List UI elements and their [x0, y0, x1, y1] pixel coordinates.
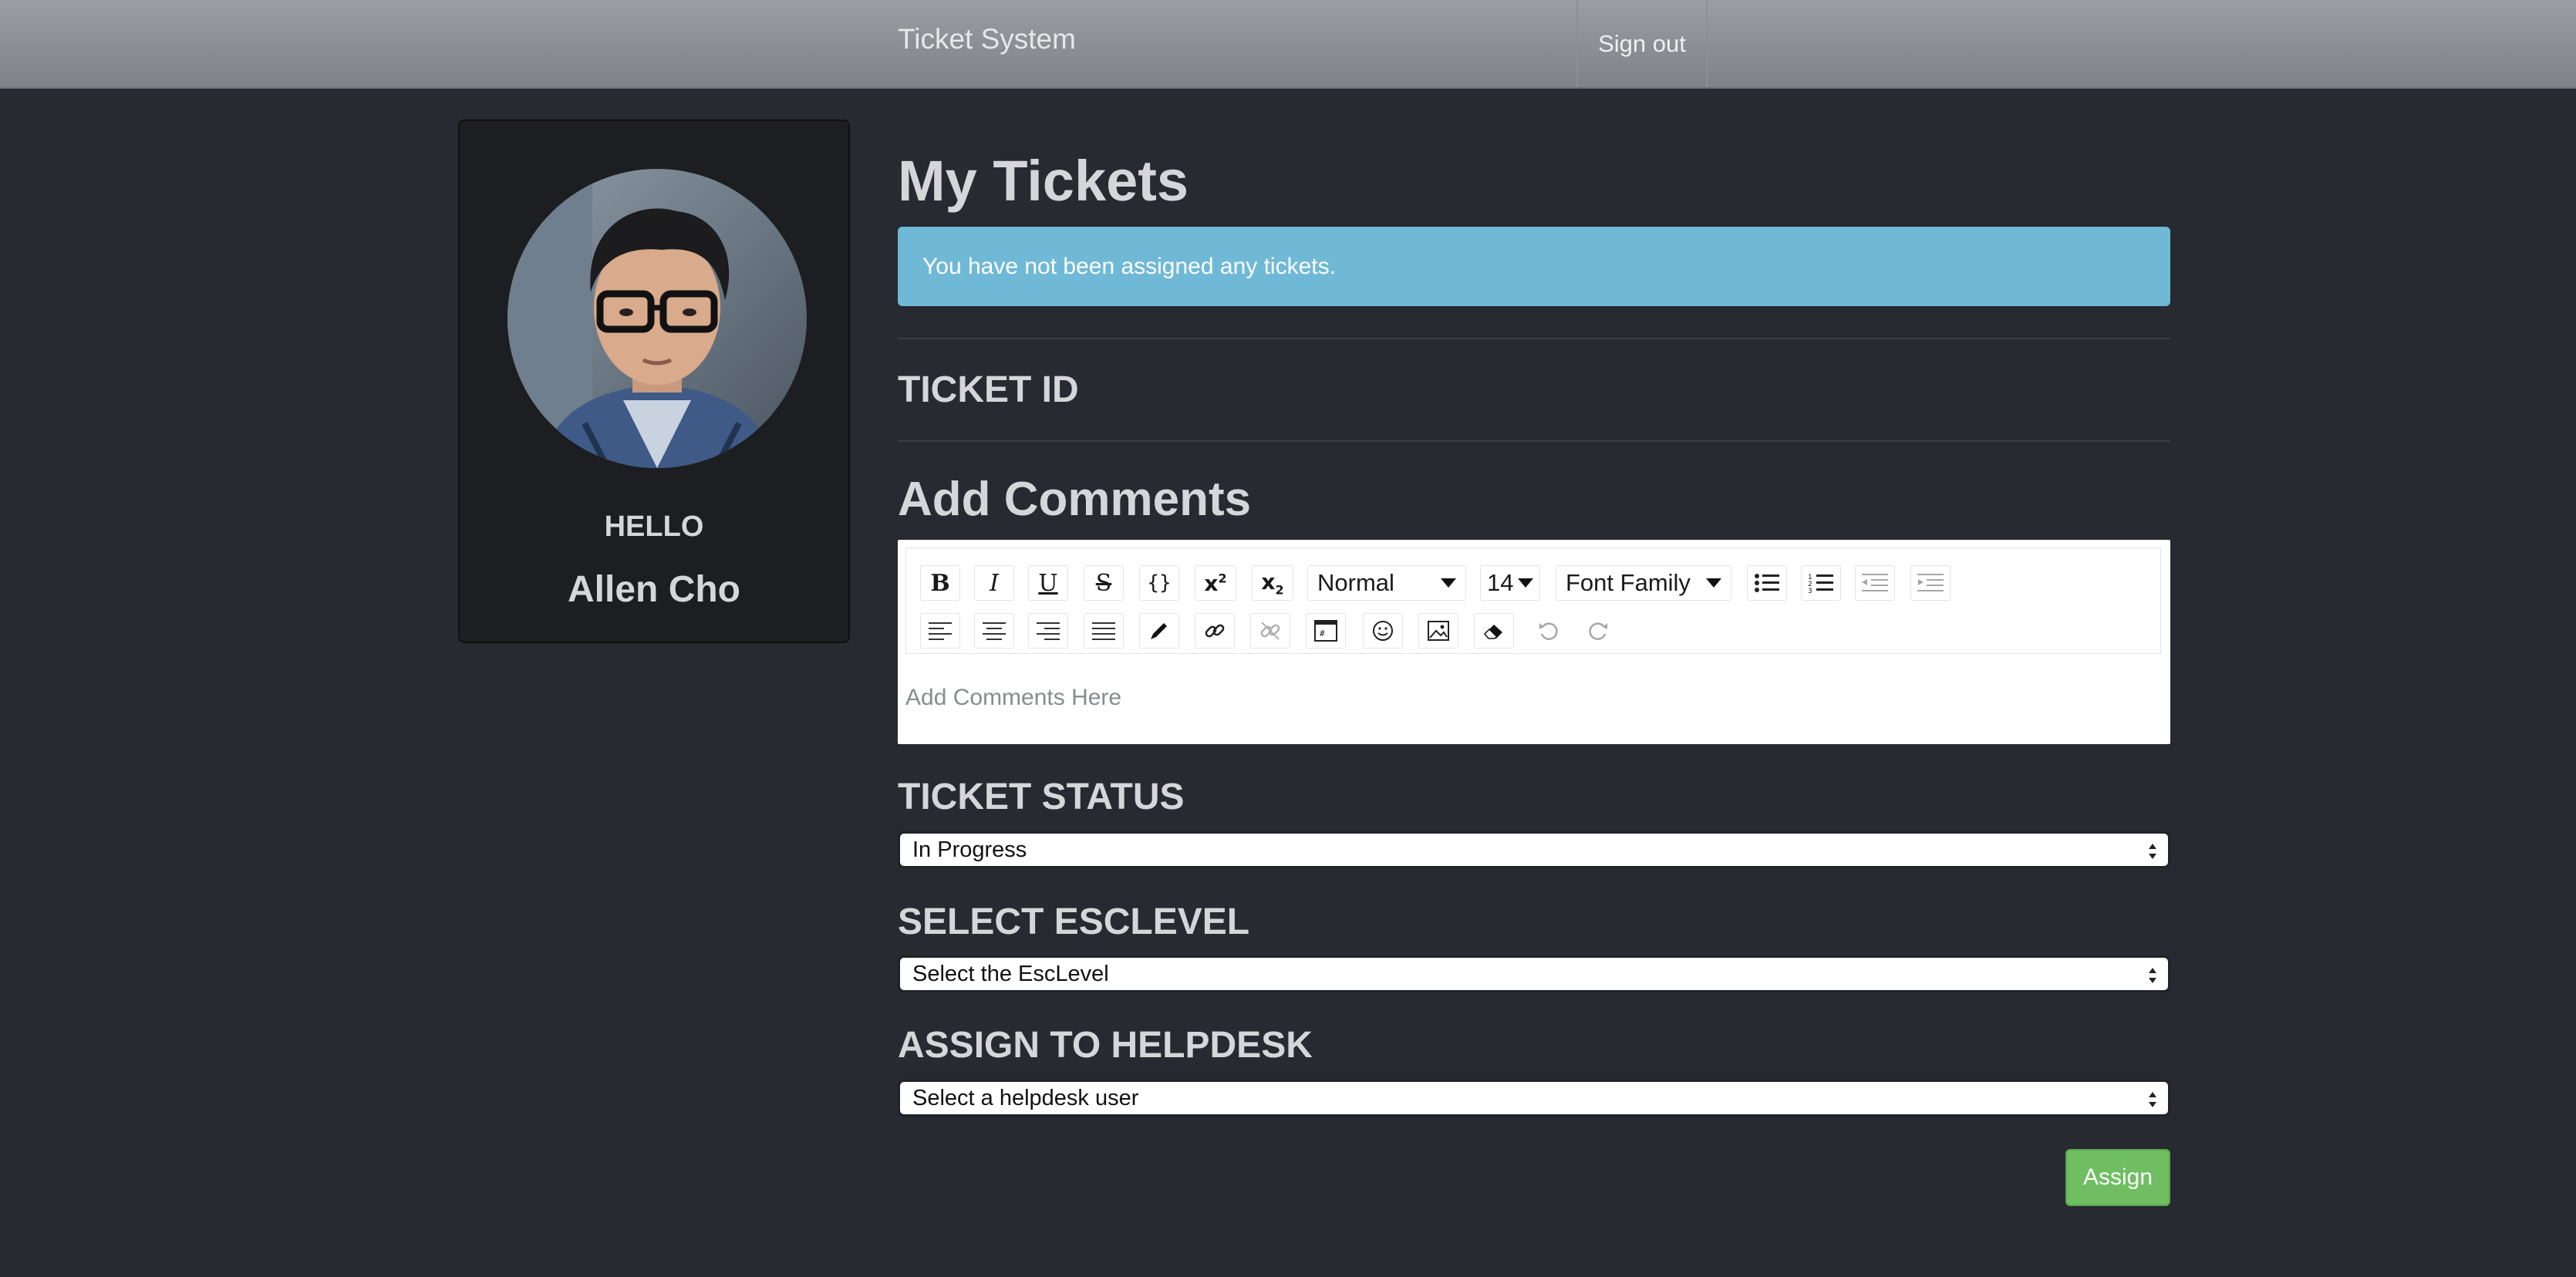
- ticket-status-select[interactable]: In Progress: [898, 831, 2170, 868]
- outdent-icon[interactable]: [1855, 565, 1895, 601]
- avatar: [507, 169, 807, 468]
- ticket-status-heading: TICKET STATUS: [898, 777, 1185, 817]
- embedded-icon[interactable]: #: [1306, 613, 1346, 649]
- font-size-dropdown[interactable]: 14: [1480, 565, 1540, 601]
- chevron-down-icon: [1518, 578, 1533, 588]
- align-justify-icon[interactable]: [1084, 613, 1124, 649]
- link-icon[interactable]: [1195, 613, 1235, 649]
- user-name: Allen Cho: [568, 569, 740, 610]
- image-icon[interactable]: [1418, 613, 1458, 649]
- superscript-icon[interactable]: x2: [1195, 565, 1236, 601]
- bold-icon[interactable]: B: [920, 565, 960, 601]
- style-dropdown[interactable]: Normal: [1307, 565, 1466, 601]
- align-left-icon[interactable]: [920, 613, 960, 649]
- comment-input[interactable]: Add Comments Here: [905, 685, 1121, 711]
- comment-editor: B I U S {} x2 x2 Normal 14 Font Family 1…: [898, 540, 2170, 744]
- alert-text: You have not been assigned any tickets.: [922, 253, 1336, 279]
- esclevel-select[interactable]: Select the EscLevel: [898, 955, 2170, 992]
- select-arrows-icon: [2149, 1092, 2156, 1107]
- esclevel-value: Select the EscLevel: [912, 961, 1109, 986]
- ordered-list-icon[interactable]: 123: [1801, 565, 1841, 601]
- redo-icon[interactable]: [1579, 613, 1619, 649]
- strikethrough-icon[interactable]: S: [1084, 565, 1124, 601]
- top-navbar: Ticket System Sign out: [0, 0, 2576, 89]
- chevron-down-icon: [1441, 578, 1456, 588]
- editor-toolbar: B I U S {} x2 x2 Normal 14 Font Family 1…: [905, 548, 2161, 654]
- font-family-dropdown[interactable]: Font Family: [1556, 565, 1731, 601]
- code-icon[interactable]: {}: [1139, 565, 1179, 601]
- assign-button[interactable]: Assign: [2065, 1149, 2170, 1206]
- greeting-label: HELLO: [604, 510, 704, 543]
- profile-card: HELLO Allen Cho: [458, 120, 850, 643]
- helpdesk-select[interactable]: Select a helpdesk user: [898, 1080, 2170, 1117]
- unordered-list-icon[interactable]: [1747, 565, 1787, 601]
- svg-text:3: 3: [1808, 588, 1812, 594]
- info-alert: You have not been assigned any tickets.: [898, 227, 2170, 306]
- brand-title[interactable]: Ticket System: [898, 23, 1076, 56]
- subscript-icon[interactable]: x2: [1252, 565, 1293, 601]
- undo-icon[interactable]: [1528, 613, 1568, 649]
- divider: [898, 440, 2170, 442]
- helpdesk-value: Select a helpdesk user: [912, 1085, 1139, 1110]
- eraser-icon[interactable]: [1474, 613, 1514, 649]
- divider: [898, 338, 2170, 339]
- style-dropdown-value: Normal: [1317, 569, 1394, 596]
- italic-icon[interactable]: I: [974, 565, 1014, 601]
- font-family-value: Font Family: [1566, 569, 1691, 596]
- align-right-icon[interactable]: [1028, 613, 1068, 649]
- esclevel-heading: SELECT ESCLEVEL: [898, 901, 1250, 942]
- helpdesk-heading: ASSIGN TO HELPDESK: [898, 1025, 1313, 1066]
- comments-heading: Add Comments: [898, 473, 1252, 526]
- select-arrows-icon: [2149, 968, 2156, 983]
- font-size-value: 14: [1487, 569, 1514, 596]
- sign-out-link[interactable]: Sign out: [1576, 0, 1708, 87]
- page-title: My Tickets: [898, 149, 1189, 213]
- svg-text:#: #: [1320, 628, 1325, 638]
- color-picker-icon[interactable]: [1139, 613, 1179, 649]
- chevron-down-icon: [1706, 578, 1721, 588]
- select-arrows-icon: [2149, 844, 2156, 859]
- emoji-icon[interactable]: [1363, 613, 1403, 649]
- indent-icon[interactable]: [1910, 565, 1951, 601]
- ticket-status-value: In Progress: [912, 837, 1027, 862]
- unlink-icon[interactable]: [1250, 613, 1290, 649]
- align-center-icon[interactable]: [974, 613, 1014, 649]
- ticket-id-heading: TICKET ID: [898, 369, 1079, 410]
- underline-icon[interactable]: U: [1028, 565, 1068, 601]
